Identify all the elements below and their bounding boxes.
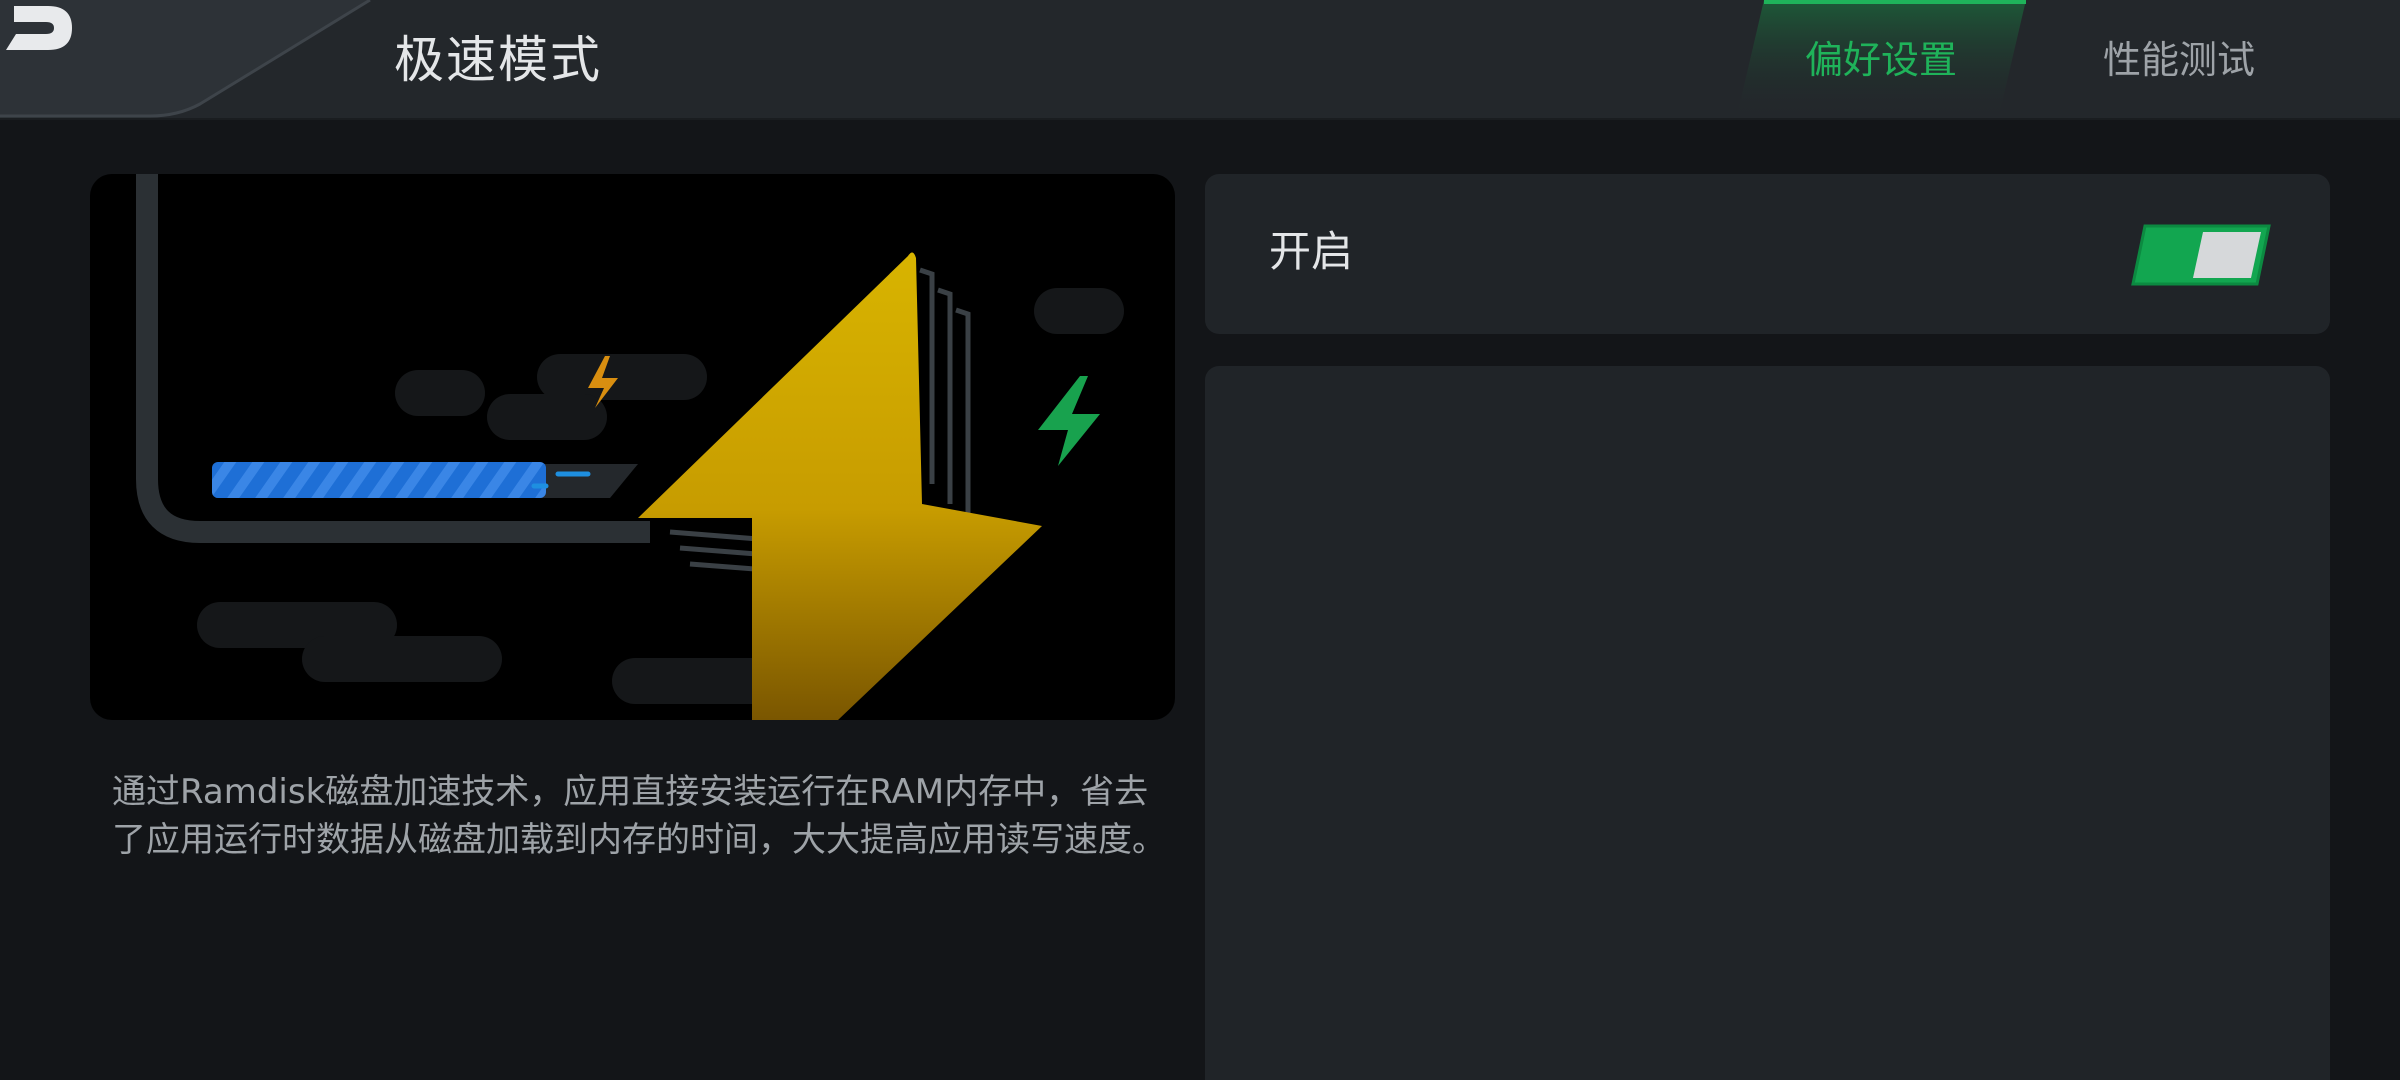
tab-preferences-label: 偏好设置 (1804, 38, 1957, 82)
back-button[interactable] (0, 0, 380, 120)
feature-description: 通过Ramdisk磁盘加速技术，应用直接安装运行在RAM内存中，省去了应用运行时… (112, 772, 1166, 860)
page-title: 极速模式 (394, 31, 602, 89)
tab-preferences[interactable]: 偏好设置 (1736, 0, 2026, 120)
back-arrow-icon[interactable] (0, 0, 80, 56)
speed-illustration (90, 174, 1175, 720)
lightning-speed-illustration (136, 174, 1124, 720)
tab-performance-test[interactable]: 性能测试 (2064, 0, 2294, 120)
tab-performance-test-label: 性能测试 (2102, 38, 2255, 82)
enable-setting-row: 开启 (1205, 174, 2330, 334)
top-bar: 极速模式 偏好设置 性能测试 (0, 0, 2400, 120)
content-panel (1205, 366, 2330, 1080)
enable-toggle-switch[interactable] (2131, 224, 2271, 286)
enable-label: 开启 (1269, 227, 1354, 276)
